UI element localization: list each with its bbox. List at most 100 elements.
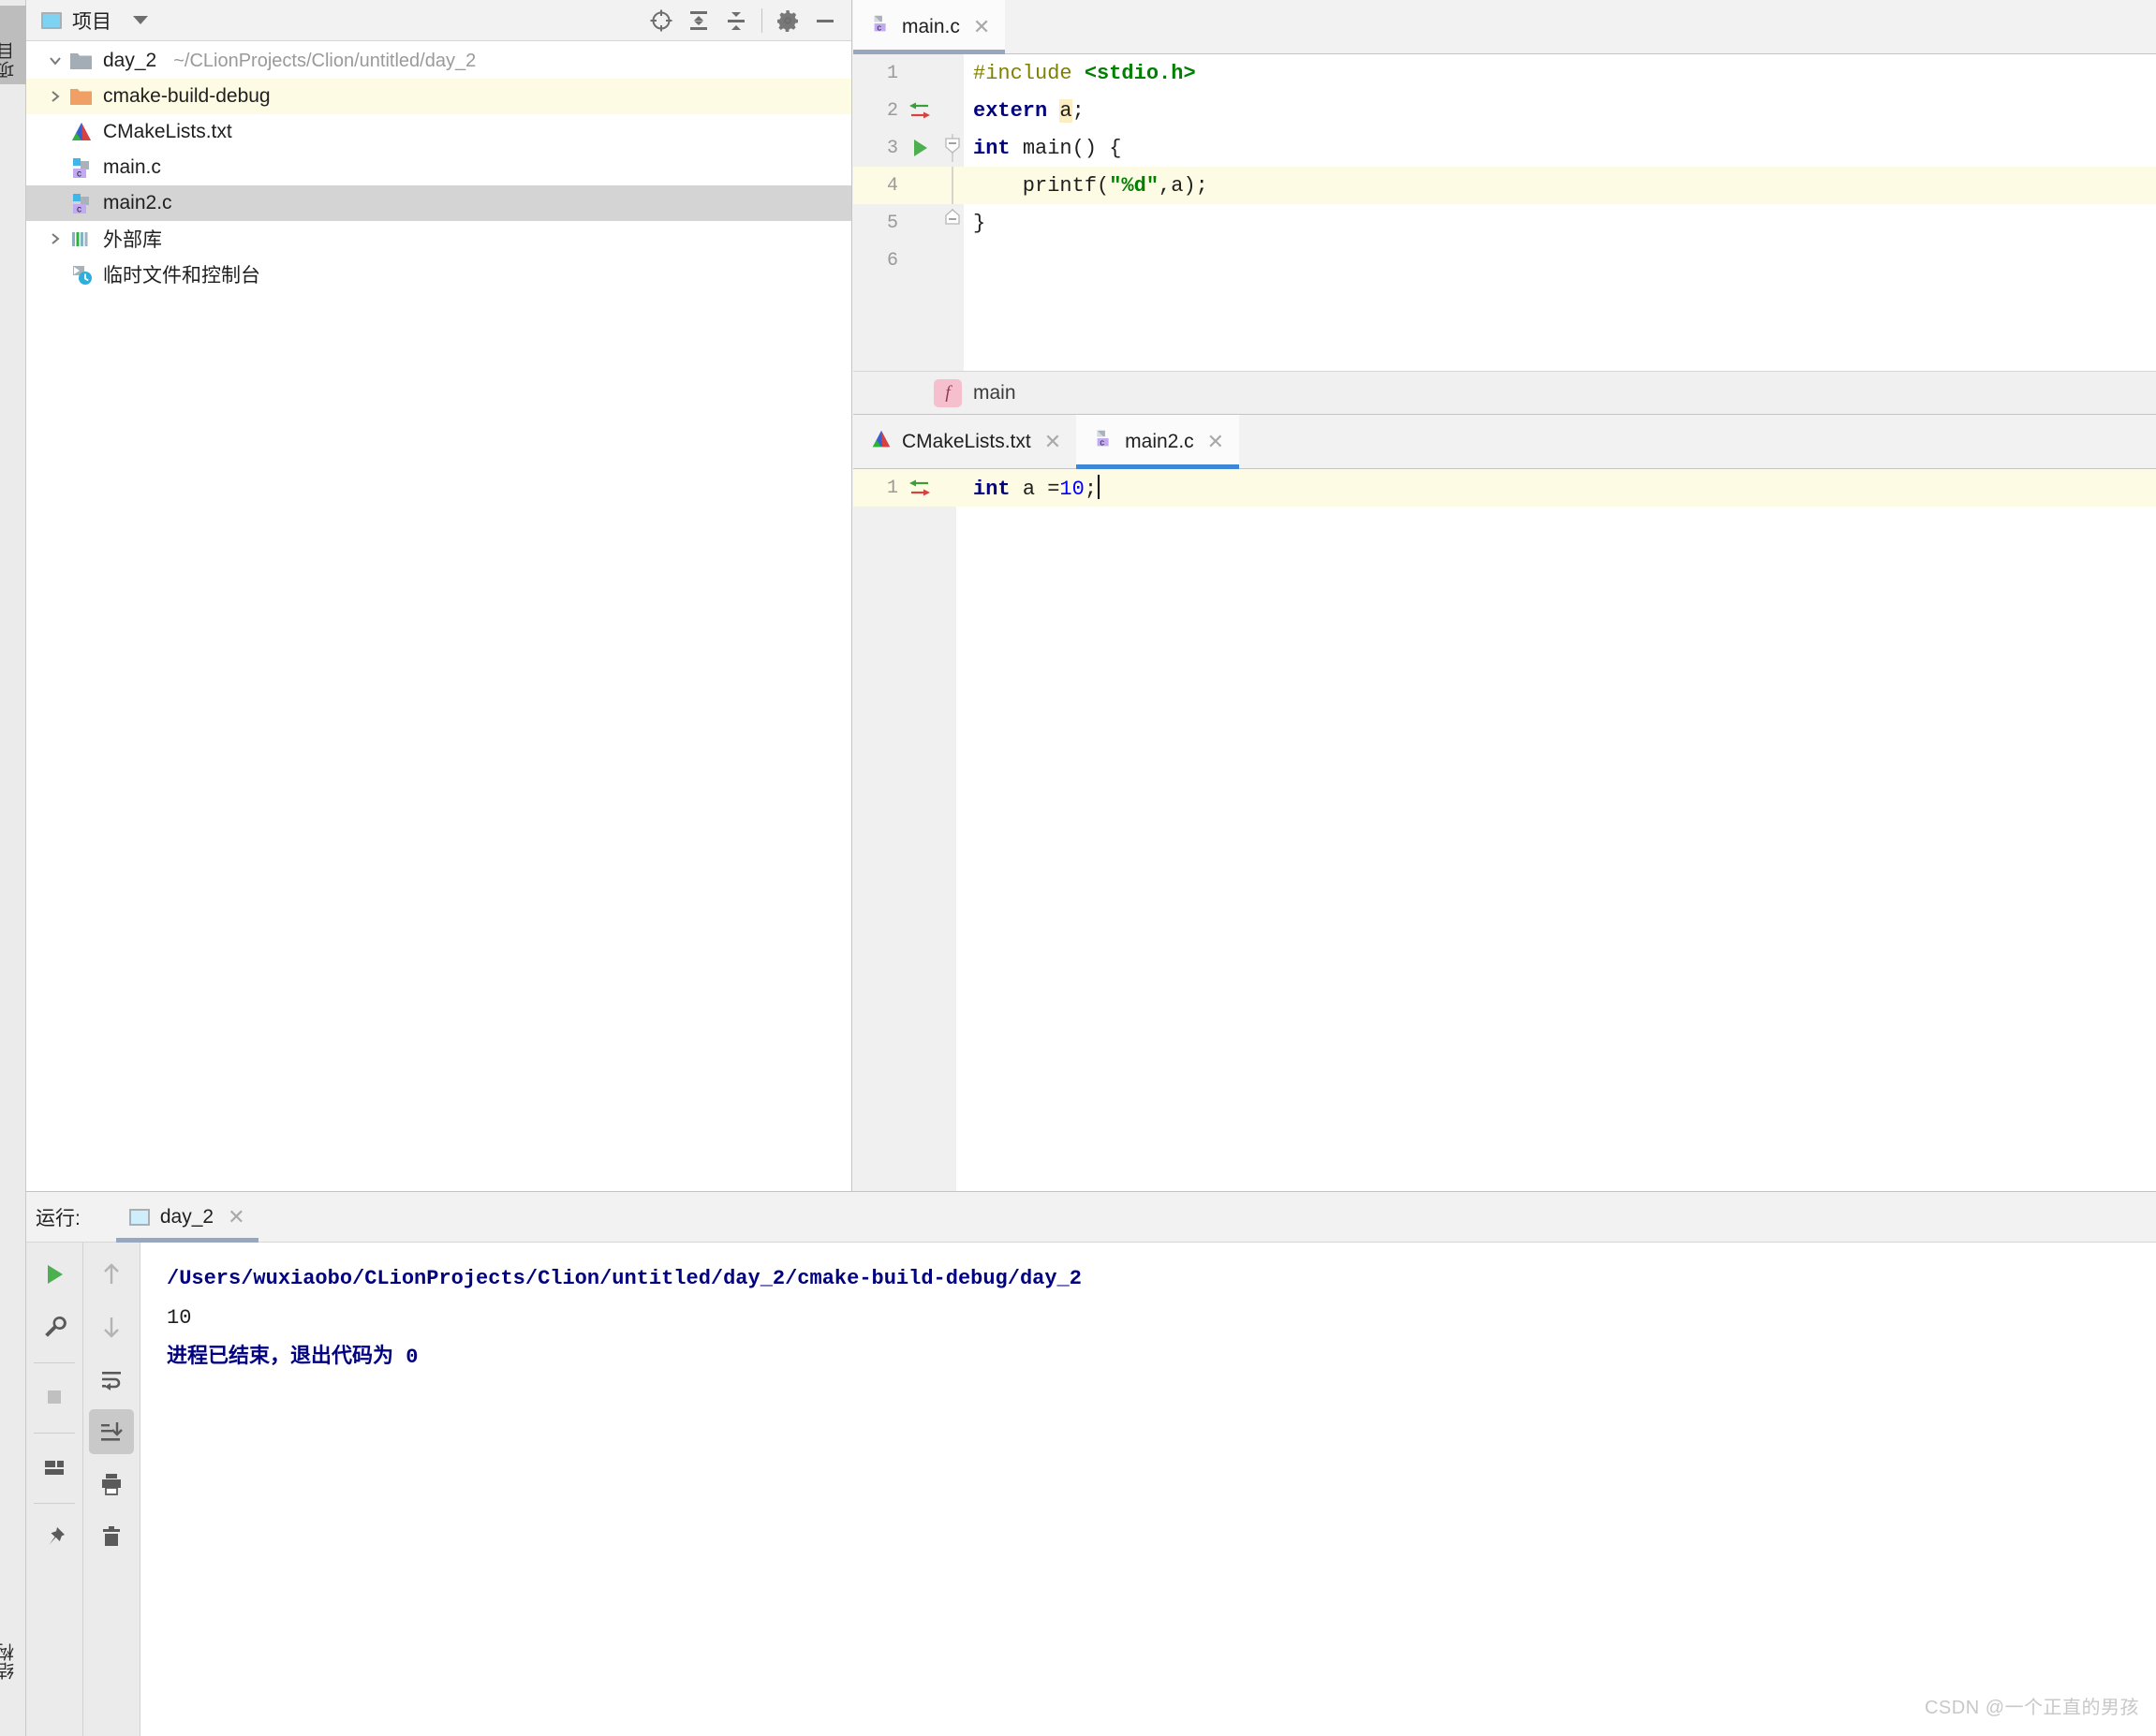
code-token-plain: ; xyxy=(1084,478,1098,501)
c-file-icon: c xyxy=(67,191,96,215)
code-token-plain: ; xyxy=(1071,98,1085,123)
editor-tab-main-c[interactable]: c main.c ✕ xyxy=(853,0,1006,54)
line-number: 5 xyxy=(886,212,898,234)
close-icon[interactable]: ✕ xyxy=(1044,431,1061,452)
editor-tab-cmakelists[interactable]: CMakeLists.txt ✕ xyxy=(853,415,1076,468)
project-panel-title-group[interactable]: 项目 xyxy=(41,7,148,35)
c-file-icon: c xyxy=(870,13,893,41)
editor-bottom: CMakeLists.txt ✕ c main2.c ✕ 1 int a =10… xyxy=(853,414,2156,1191)
watermark: CSDN @一个正直的男孩 xyxy=(1924,1698,2139,1718)
folder-module-icon xyxy=(67,51,96,71)
editor-tab-label: main.c xyxy=(902,15,960,37)
project-tree: day_2 ~/CLionProjects/Clion/untitled/day… xyxy=(26,41,851,292)
external-libraries-icon xyxy=(67,228,96,249)
wrench-icon[interactable] xyxy=(32,1304,77,1349)
tree-label: cmake-build-debug xyxy=(103,85,271,107)
run-panel-header: 运行: day_2 ✕ xyxy=(26,1192,2156,1243)
run-tool-window: 运行: day_2 ✕ /Users/wuxiaobo/CLionProject… xyxy=(26,1191,2156,1736)
line-number: 3 xyxy=(886,137,898,159)
chevron-down-icon[interactable] xyxy=(133,16,148,24)
tree-label: main2.c xyxy=(103,192,172,213)
console-line-path: /Users/wuxiaobo/CLionProjects/Clion/unti… xyxy=(167,1267,1082,1290)
code-text: printf("%d",a); xyxy=(964,174,1208,198)
code-token-plain: main() { xyxy=(1022,136,1122,160)
fold-end-icon[interactable] xyxy=(941,209,964,237)
tree-row-main-c[interactable]: c main.c xyxy=(26,150,851,185)
code-token-identifier: a xyxy=(1059,98,1072,123)
layout-icon[interactable] xyxy=(32,1445,77,1490)
line-number: 4 xyxy=(886,174,898,197)
chevron-collapsed-icon[interactable] xyxy=(43,88,67,105)
implemented-arrows-icon[interactable] xyxy=(898,97,941,124)
project-panel-header: 项目 xyxy=(26,0,851,41)
tree-row-main2-c[interactable]: c main2.c xyxy=(26,185,851,221)
editor-tab-main2-c[interactable]: c main2.c ✕ xyxy=(1076,415,1240,469)
code-line: 1 #include <stdio.h> xyxy=(853,54,2156,92)
code-token-keyword: int xyxy=(973,478,1023,501)
implemented-arrows-icon[interactable] xyxy=(898,475,941,501)
rerun-icon[interactable] xyxy=(32,1252,77,1297)
toolbar-divider xyxy=(34,1362,75,1363)
soft-wrap-icon[interactable] xyxy=(89,1357,134,1402)
collapse-all-icon[interactable] xyxy=(717,2,755,39)
code-line: 3 int main() { xyxy=(853,129,2156,167)
editor-top-code[interactable]: 1 #include <stdio.h> 2 extern a; 3 int m… xyxy=(853,54,2156,371)
editor-bottom-code[interactable]: 1 int a =10; xyxy=(853,469,2156,507)
tree-row-cmakelists[interactable]: CMakeLists.txt xyxy=(26,114,851,150)
print-icon[interactable] xyxy=(89,1462,134,1507)
close-icon[interactable]: ✕ xyxy=(973,16,990,37)
arrow-down-icon[interactable] xyxy=(89,1304,134,1349)
stop-icon[interactable] xyxy=(32,1375,77,1420)
tree-row-day_2[interactable]: day_2 ~/CLionProjects/Clion/untitled/day… xyxy=(26,43,851,79)
expand-all-icon[interactable] xyxy=(680,2,717,39)
run-tab-day_2[interactable]: day_2 ✕ xyxy=(115,1192,258,1243)
clion-window: 项目 结构 项目 day_2 ~/CLionProjects/Clion/unt… xyxy=(0,0,2156,1736)
scratches-consoles-icon xyxy=(67,263,96,286)
code-token-plain: printf( xyxy=(973,173,1110,198)
fold-collapse-icon[interactable] xyxy=(941,134,964,162)
code-token-directive: #include xyxy=(973,61,1085,85)
editor-area: c main.c ✕ 1 #include <stdio.h> 2 extern… xyxy=(853,0,2156,1191)
console-output[interactable]: /Users/wuxiaobo/CLionProjects/Clion/unti… xyxy=(140,1243,2156,1736)
code-text: int a =10; xyxy=(964,475,1100,501)
editor-bottom-tabbar: CMakeLists.txt ✕ c main2.c ✕ xyxy=(853,415,2156,469)
tree-row-external-libraries[interactable]: 外部库 xyxy=(26,221,851,257)
code-token-keyword: extern xyxy=(973,98,1060,123)
tree-row-cmake-build-debug[interactable]: cmake-build-debug xyxy=(26,79,851,114)
editor-top-tabbar: c main.c ✕ xyxy=(853,0,2156,54)
code-line-current: 4 printf("%d",a); xyxy=(853,167,2156,204)
svg-text:c: c xyxy=(77,205,81,215)
minimize-icon[interactable] xyxy=(806,2,844,39)
pin-icon[interactable] xyxy=(32,1515,77,1560)
code-token-keyword: int xyxy=(973,136,1023,160)
chevron-expanded-icon[interactable] xyxy=(43,52,67,69)
tree-label: day_2 xyxy=(103,50,157,71)
toolbar-divider xyxy=(761,7,762,33)
fold-line xyxy=(941,167,964,204)
console-line-exit: 进程已结束，退出代码为 0 xyxy=(167,1346,419,1369)
locate-file-icon[interactable] xyxy=(642,2,680,39)
project-window-icon xyxy=(41,11,62,29)
scroll-to-end-icon[interactable] xyxy=(89,1409,134,1454)
close-icon[interactable]: ✕ xyxy=(228,1206,244,1228)
left-tool-strip: 项目 结构 xyxy=(0,0,32,1736)
cmake-file-icon xyxy=(870,429,893,455)
run-gutter-icon[interactable] xyxy=(898,136,941,160)
trash-icon[interactable] xyxy=(89,1514,134,1559)
gear-icon[interactable] xyxy=(769,2,806,39)
code-text: #include <stdio.h> xyxy=(964,62,1196,85)
arrow-up-icon[interactable] xyxy=(89,1252,134,1297)
tree-row-scratches-consoles[interactable]: 临时文件和控制台 xyxy=(26,257,851,292)
editor-tab-label: main2.c xyxy=(1125,430,1194,452)
code-token-include: <stdio.h> xyxy=(1084,61,1196,85)
code-text: extern a; xyxy=(964,98,1085,123)
svg-text:c: c xyxy=(1100,437,1105,447)
chevron-collapsed-icon[interactable] xyxy=(43,230,67,247)
close-icon[interactable]: ✕ xyxy=(1207,431,1224,452)
code-line: 6 xyxy=(853,242,2156,279)
code-line: 2 extern a; xyxy=(853,92,2156,129)
function-badge-icon: f xyxy=(934,378,962,407)
project-tool-window: 项目 day_2 ~/CLionProjects/Clion/untitled/… xyxy=(26,0,852,1191)
toolbar-divider xyxy=(34,1503,75,1504)
breadcrumb[interactable]: f main xyxy=(853,371,2156,414)
